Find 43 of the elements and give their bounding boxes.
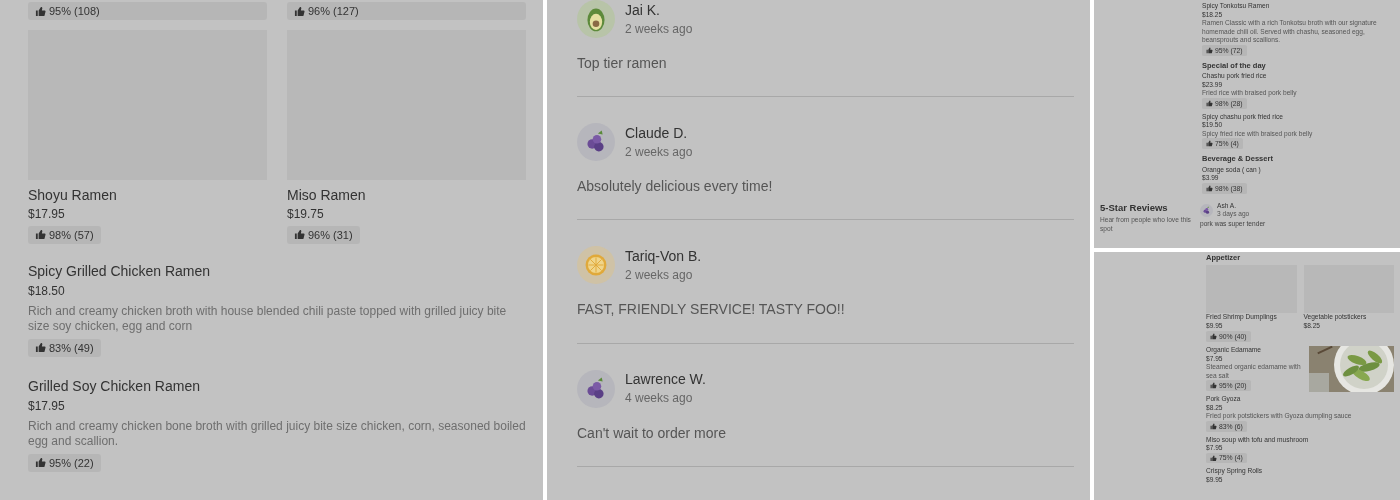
review-text: Absolutely delicious every time!	[577, 177, 774, 196]
item-price: $17.95	[28, 398, 66, 415]
reviewer-name: Jai K.	[625, 0, 661, 19]
item-description: Rich and creamy chicken bone broth with grilled juicy bite size chicken, corn, seasoned boiled egg and scallion.	[28, 418, 526, 450]
review-text: Top tier ramen	[577, 54, 668, 73]
review-time: 2 weeks ago	[625, 21, 693, 38]
item-price: $17.95	[28, 207, 66, 223]
item-price: $18.50	[28, 283, 66, 300]
thumbs-up-icon	[35, 342, 46, 354]
thumbs-up-icon	[1206, 140, 1214, 148]
item-name: Grilled Soy Chicken Ramen	[28, 376, 201, 395]
thumbs-up-icon	[1210, 333, 1218, 341]
item-price: $19.75	[287, 207, 325, 223]
thumbs-up-icon	[294, 5, 305, 17]
review-time: 2 weeks ago	[625, 268, 694, 284]
thumbs-up-icon	[1206, 46, 1214, 54]
rating-badge: 96% (127)	[287, 2, 526, 20]
review-time: 4 weeks ago	[625, 391, 694, 407]
reviewer-name: Lawrence W.	[625, 370, 706, 389]
thumbs-up-icon	[1206, 99, 1214, 107]
thumbs-up-icon	[1206, 184, 1214, 192]
thumbs-up-icon	[1210, 454, 1218, 462]
rating-badge: 96% (31)	[287, 225, 360, 244]
reviewer-name: Tariq-Von B.	[625, 247, 702, 266]
review-text: FAST, FRIENDLY SERVICE! TASTY FOO!!	[577, 300, 846, 319]
thumbs-up-icon	[1210, 382, 1218, 390]
rating-badge: 95% (22)	[28, 453, 101, 472]
thumbs-up-icon	[35, 457, 46, 469]
item-name: Shoyu Ramen	[28, 186, 118, 205]
rating-badge: 98% (57)	[28, 225, 101, 244]
rating-badge: 95% (108)	[28, 2, 267, 20]
rating-badge: 83% (49)	[28, 338, 101, 357]
thumbs-up-icon	[35, 5, 46, 17]
section-title: 5-Star Reviews	[1100, 201, 1169, 215]
reviewer-name: Claude D.	[625, 123, 689, 142]
item-name: Spicy Grilled Chicken Ramen	[28, 261, 212, 280]
review-time: 2 weeks ago	[625, 145, 693, 161]
thumbs-up-icon	[35, 229, 46, 241]
review-text: Can't wait to order more	[577, 423, 727, 442]
thumbs-up-icon	[1210, 422, 1218, 430]
item-description: Rich and creamy chicken broth with house blended chili paste topped with grilled juicy bite size soy chicken, egg and corn	[28, 303, 508, 335]
item-name: Miso Ramen	[287, 186, 367, 205]
thumbs-up-icon	[294, 229, 305, 241]
